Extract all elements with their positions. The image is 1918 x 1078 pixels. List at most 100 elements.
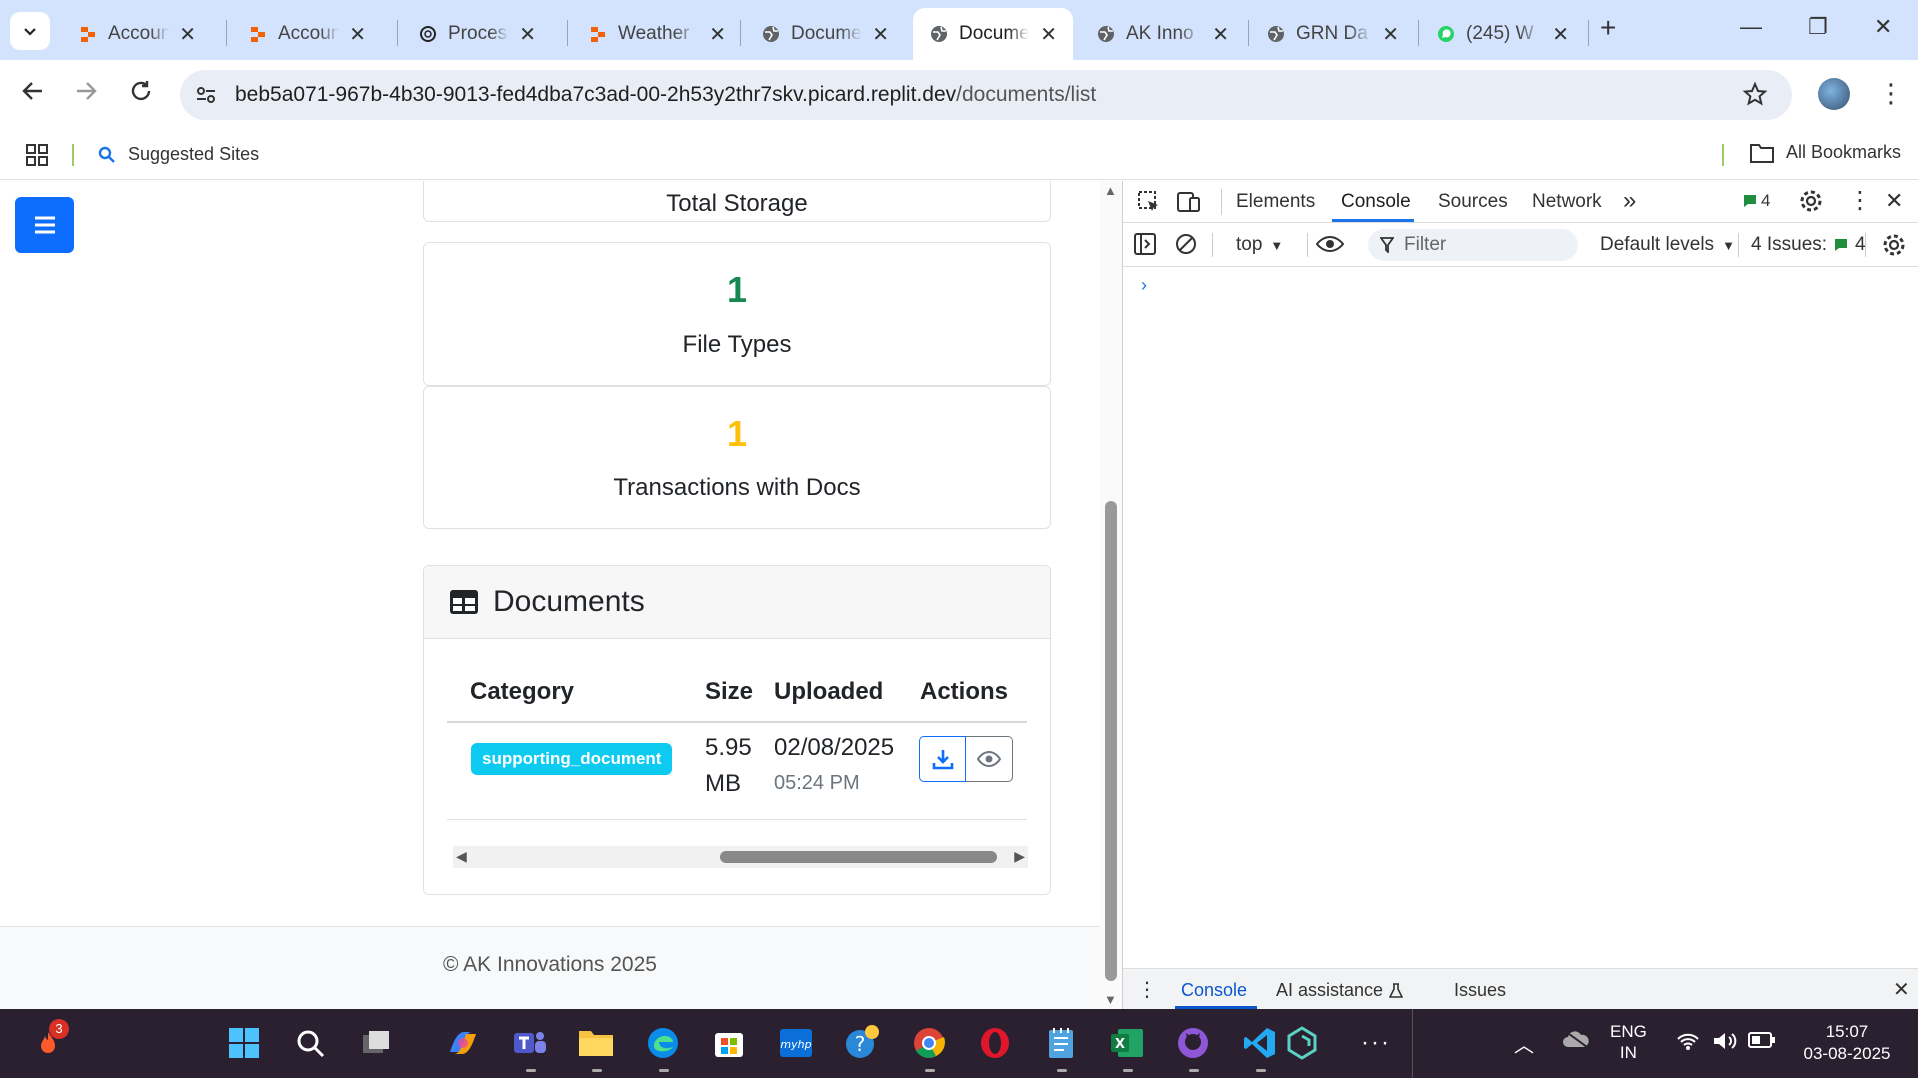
drawer-tab-console[interactable]: Console xyxy=(1181,980,1247,1001)
edge-icon[interactable] xyxy=(643,1023,683,1063)
tab-close-icon[interactable]: ✕ xyxy=(872,22,889,47)
download-button[interactable] xyxy=(919,736,966,782)
browser-tab[interactable]: Accounti ✕ xyxy=(62,8,212,60)
myhp-icon[interactable]: myhp xyxy=(776,1023,816,1063)
copilot-icon[interactable] xyxy=(443,1023,483,1063)
tab-title: Weather xyxy=(618,23,690,44)
vscode-icon[interactable] xyxy=(1240,1023,1280,1063)
browser-tab[interactable]: (245) W ✕ xyxy=(1420,8,1585,60)
scrollbar-thumb[interactable] xyxy=(720,851,997,863)
devtools-app-icon[interactable] xyxy=(1282,1023,1322,1063)
tab-close-icon[interactable]: ✕ xyxy=(349,22,366,47)
onedrive-icon[interactable] xyxy=(1562,1029,1590,1054)
page-vertical-scrollbar[interactable]: ▲ ▼ xyxy=(1100,181,1122,1009)
close-drawer-icon[interactable]: ✕ xyxy=(1893,977,1910,1002)
bookmark-label: Suggested Sites xyxy=(128,144,260,164)
tab-search-button[interactable] xyxy=(10,12,50,50)
devtools-tab-elements[interactable]: Elements xyxy=(1236,191,1315,213)
inspect-element-icon[interactable] xyxy=(1137,190,1161,220)
drawer-menu-icon[interactable]: ⋮ xyxy=(1137,977,1157,1002)
drawer-tab-issues[interactable]: Issues xyxy=(1454,980,1506,1001)
site-info-icon[interactable] xyxy=(194,83,218,112)
drawer-tab-ai-assistance[interactable]: AI assistance xyxy=(1276,980,1404,1001)
close-devtools-icon[interactable]: ✕ xyxy=(1885,188,1903,214)
browser-tab[interactable]: Process ✕ xyxy=(402,8,552,60)
bookmark-star-icon[interactable] xyxy=(1742,81,1768,112)
scroll-left-icon[interactable]: ◀ xyxy=(456,848,467,865)
file-explorer-icon[interactable] xyxy=(576,1023,616,1063)
device-toolbar-icon[interactable] xyxy=(1177,190,1203,220)
browser-tab[interactable]: Weather ✕ xyxy=(572,8,742,60)
battery-icon[interactable] xyxy=(1748,1031,1776,1054)
start-windows-icon[interactable] xyxy=(224,1023,264,1063)
task-view-icon[interactable] xyxy=(356,1023,396,1063)
wifi-icon[interactable] xyxy=(1676,1031,1700,1056)
browser-tab[interactable]: GRN Da ✕ xyxy=(1250,8,1415,60)
minimize-button[interactable]: — xyxy=(1740,14,1762,40)
context-selector[interactable]: top ▼ xyxy=(1236,234,1283,256)
github-desktop-icon[interactable] xyxy=(1173,1023,1213,1063)
new-tab-button[interactable]: + xyxy=(1600,12,1616,44)
browser-tab[interactable]: Accounti ✕ xyxy=(232,8,382,60)
documents-card: Documents Category Size Uploaded Actions… xyxy=(423,565,1051,895)
all-bookmarks-button[interactable]: All Bookmarks xyxy=(1750,142,1901,163)
scroll-up-icon[interactable]: ▲ xyxy=(1104,183,1117,198)
browser-menu-icon[interactable]: ⋮ xyxy=(1878,80,1904,106)
excel-icon[interactable]: X xyxy=(1107,1023,1147,1063)
tab-close-icon[interactable]: ✕ xyxy=(709,22,726,47)
apps-grid-icon[interactable] xyxy=(26,144,48,171)
tab-close-icon[interactable]: ✕ xyxy=(179,22,196,47)
table-horizontal-scrollbar[interactable]: ◀ ▶ xyxy=(453,846,1028,868)
tab-close-icon[interactable]: ✕ xyxy=(1040,22,1057,47)
console-prompt-icon[interactable]: › xyxy=(1141,275,1147,296)
more-tabs-icon[interactable]: » xyxy=(1623,187,1636,215)
scrollbar-thumb[interactable] xyxy=(1105,501,1117,981)
browser-tab[interactable]: AK Inno ✕ xyxy=(1080,8,1245,60)
address-bar[interactable]: beb5a071-967b-4b30-9013-fed4dba7c3ad-00-… xyxy=(180,70,1792,120)
clear-console-icon[interactable] xyxy=(1175,233,1197,261)
scroll-right-icon[interactable]: ▶ xyxy=(1014,848,1025,865)
devtools-menu-icon[interactable]: ⋮ xyxy=(1848,186,1872,215)
scroll-down-icon[interactable]: ▼ xyxy=(1104,992,1117,1007)
settings-gear-icon[interactable] xyxy=(1799,189,1823,219)
sidebar-toggle-icon[interactable] xyxy=(1134,233,1156,261)
issues-counter[interactable]: 4 Issues: 4 xyxy=(1751,234,1866,256)
language-indicator[interactable]: ENG IN xyxy=(1610,1021,1647,1063)
opera-icon[interactable] xyxy=(975,1023,1015,1063)
notepad-icon[interactable] xyxy=(1041,1023,1081,1063)
devtools-tab-sources[interactable]: Sources xyxy=(1438,191,1508,213)
browser-tab-active[interactable]: Docume ✕ xyxy=(913,8,1073,60)
console-filter-input[interactable]: Filter xyxy=(1368,229,1578,261)
devtools-tab-network[interactable]: Network xyxy=(1532,191,1602,213)
messages-counter[interactable]: 4 xyxy=(1742,191,1770,211)
replit-icon xyxy=(588,24,608,44)
tab-close-icon[interactable]: ✕ xyxy=(1552,22,1569,47)
show-hidden-icons-chevron-icon[interactable]: ︿ xyxy=(1514,1029,1534,1058)
back-button[interactable] xyxy=(20,78,46,111)
reload-button[interactable] xyxy=(128,78,154,111)
live-expression-eye-icon[interactable] xyxy=(1315,235,1345,259)
devtools-tab-console[interactable]: Console xyxy=(1341,191,1411,213)
clock[interactable]: 15:07 03-08-2025 xyxy=(1797,1021,1897,1065)
console-settings-gear-icon[interactable] xyxy=(1882,233,1906,263)
more-apps-icon[interactable]: ··· xyxy=(1356,1023,1396,1063)
bookmark-suggested-sites[interactable]: Suggested Sites xyxy=(98,144,259,165)
chrome-icon[interactable] xyxy=(909,1023,949,1063)
restore-button[interactable]: ❐ xyxy=(1808,14,1828,40)
stat-label: Total Storage xyxy=(666,190,808,217)
search-icon[interactable] xyxy=(290,1023,330,1063)
tab-close-icon[interactable]: ✕ xyxy=(519,22,536,47)
sidebar-toggle-button[interactable] xyxy=(15,197,74,253)
forward-button[interactable] xyxy=(73,78,99,111)
tab-close-icon[interactable]: ✕ xyxy=(1382,22,1399,47)
microsoft-store-icon[interactable] xyxy=(709,1023,749,1063)
log-levels-dropdown[interactable]: Default levels ▼ xyxy=(1600,234,1735,256)
close-window-button[interactable]: ✕ xyxy=(1874,14,1892,40)
profile-avatar[interactable] xyxy=(1818,78,1850,110)
volume-icon[interactable] xyxy=(1712,1031,1738,1056)
tab-close-icon[interactable]: ✕ xyxy=(1212,22,1229,47)
help-icon[interactable]: ? xyxy=(842,1023,882,1063)
view-button[interactable] xyxy=(966,736,1013,782)
teams-icon[interactable] xyxy=(510,1023,550,1063)
browser-tab[interactable]: Docume ✕ xyxy=(745,8,905,60)
